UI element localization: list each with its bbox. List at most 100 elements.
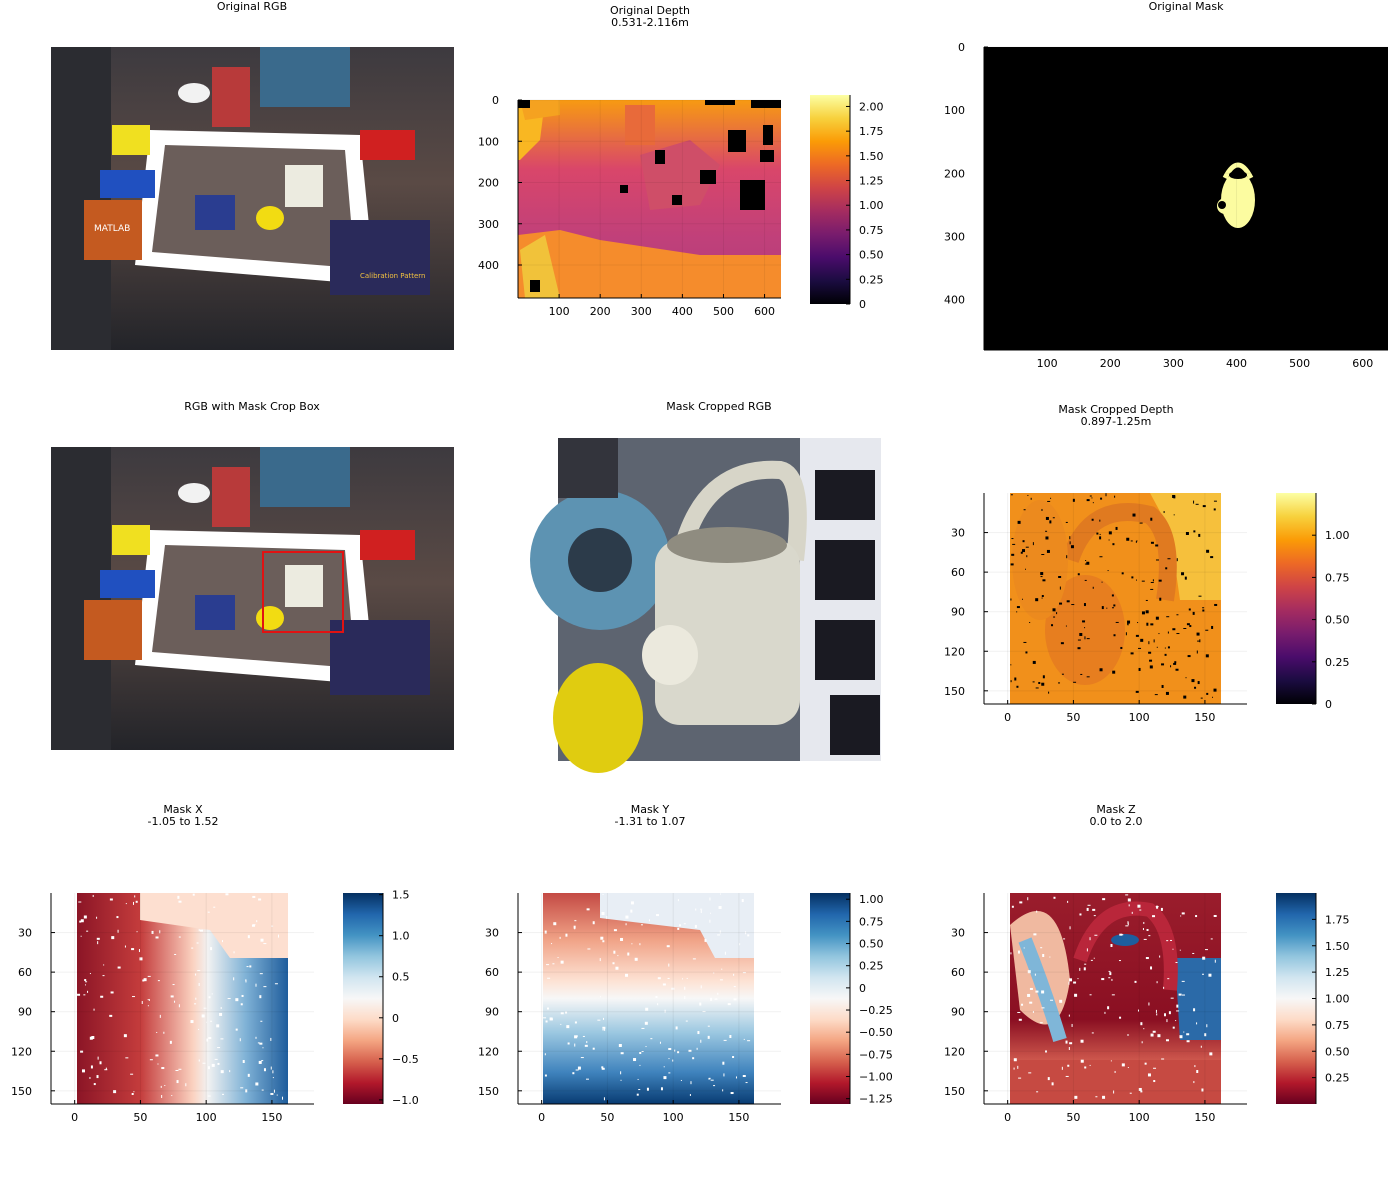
missing-pixel xyxy=(1149,665,1153,669)
missing-pixel xyxy=(1125,632,1127,636)
missing-pixel xyxy=(131,1093,134,1096)
missing-pixel xyxy=(735,1076,737,1079)
missing-pixel xyxy=(207,1066,210,1070)
missing-pixel xyxy=(199,929,203,932)
missing-pixel xyxy=(103,964,105,966)
missing-pixel xyxy=(645,1007,649,1011)
missing-pixel xyxy=(1066,600,1070,603)
missing-pixel xyxy=(700,910,702,914)
missing-pixel xyxy=(171,1095,173,1097)
missing-pixel xyxy=(1092,502,1094,504)
missing-pixel xyxy=(721,968,723,970)
x-tick-label: 50 xyxy=(1066,1111,1080,1124)
missing-pixel xyxy=(1046,549,1050,553)
missing-pixel xyxy=(125,903,127,905)
missing-pixel xyxy=(105,1067,107,1070)
missing-pixel xyxy=(1093,915,1096,917)
missing-pixel xyxy=(1213,500,1217,502)
missing-pixel xyxy=(710,997,713,1001)
missing-pixel xyxy=(1040,947,1043,949)
missing-pixel xyxy=(1181,994,1185,996)
missing-pixel xyxy=(1101,581,1103,583)
colorbar-gradient xyxy=(1276,493,1316,704)
colorbar-tick-label: 0.25 xyxy=(1325,656,1350,669)
missing-pixel xyxy=(93,1008,95,1011)
missing-pixel xyxy=(1205,629,1209,631)
missing-pixel xyxy=(1089,937,1091,941)
colorbar-tick-label: 1.25 xyxy=(859,175,884,188)
missing-pixel xyxy=(220,1007,222,1010)
missing-pixel xyxy=(645,1046,647,1048)
missing-pixel xyxy=(1186,623,1190,626)
missing-pixel xyxy=(1077,573,1080,576)
missing-pixel xyxy=(210,1020,213,1022)
missing-pixel xyxy=(220,1070,224,1074)
missing-pixel xyxy=(1153,1080,1156,1083)
missing-pixel xyxy=(1099,668,1103,672)
colorbar-tick-label: 0 xyxy=(1325,698,1332,711)
y-tick-label: 0 xyxy=(958,41,965,54)
x-tick-label: 50 xyxy=(133,1111,147,1124)
missing-pixel xyxy=(566,1025,570,1029)
missing-pixel xyxy=(214,1058,218,1060)
missing-pixel xyxy=(639,1064,641,1066)
missing-pixel xyxy=(620,1079,622,1081)
missing-pixel xyxy=(625,923,627,926)
missing-pixel xyxy=(256,920,258,923)
colorbar-gradient xyxy=(810,893,850,1104)
missing-pixel xyxy=(132,996,136,998)
missing-pixel xyxy=(586,908,590,911)
missing-pixel xyxy=(259,973,263,975)
missing-pixel xyxy=(102,975,105,977)
missing-pixel xyxy=(1155,616,1159,620)
missing-pixel xyxy=(1159,955,1161,958)
missing-pixel xyxy=(1069,541,1071,545)
missing-pixel xyxy=(708,1077,711,1079)
missing-pixel xyxy=(1065,1040,1068,1044)
colorbar-tick-label: 1.00 xyxy=(1325,993,1350,1006)
missing-pixel xyxy=(1086,638,1090,640)
missing-pixel xyxy=(630,901,634,905)
missing-pixel xyxy=(1060,642,1064,645)
missing-pixel xyxy=(544,1074,547,1077)
missing-pixel xyxy=(176,1080,179,1084)
missing-pixel xyxy=(1142,928,1144,931)
missing-pixel xyxy=(1160,907,1163,911)
missing-pixel xyxy=(1086,676,1090,678)
missing-pixel xyxy=(1067,900,1069,903)
missing-pixel xyxy=(1141,1041,1143,1044)
missing-pixel xyxy=(1176,633,1180,635)
missing-pixel xyxy=(1040,576,1043,578)
missing-pixel xyxy=(97,1056,99,1060)
missing-pixel xyxy=(1010,952,1012,955)
missing-pixel xyxy=(695,908,697,911)
missing-pixel xyxy=(713,972,715,974)
missing-pixel xyxy=(650,1038,653,1040)
missing-pixel xyxy=(117,966,121,969)
y-tick-label: 90 xyxy=(18,1006,32,1019)
missing-pixel xyxy=(1158,579,1162,582)
missing-pixel xyxy=(1110,943,1113,947)
missing-pixel xyxy=(240,1003,243,1006)
mask-x-subtitle: -1.05 to 1.52 xyxy=(148,815,219,828)
missing-pixel xyxy=(1150,581,1154,583)
missing-pixel xyxy=(1175,1020,1177,1022)
missing-pixel xyxy=(574,1035,578,1039)
missing-pixel xyxy=(247,1073,250,1077)
x-tick-label: 100 xyxy=(196,1111,217,1124)
missing-pixel xyxy=(133,1091,135,1093)
missing-pixel xyxy=(683,923,686,925)
missing-pixel xyxy=(1034,973,1036,976)
mask-y-subtitle: -1.31 to 1.07 xyxy=(615,815,686,828)
missing-pixel xyxy=(630,909,633,913)
missing-pixel xyxy=(1069,1042,1073,1045)
missing-pixel xyxy=(707,1025,710,1027)
missing-pixel xyxy=(1181,572,1185,576)
colorbar-tick-label: 0.75 xyxy=(1325,1019,1350,1032)
missing-pixel xyxy=(1135,579,1137,581)
missing-pixel xyxy=(1016,606,1020,609)
missing-pixel xyxy=(77,993,81,996)
missing-pixel xyxy=(685,1020,688,1022)
missing-pixel xyxy=(1108,539,1110,541)
missing-pixel xyxy=(733,986,736,988)
